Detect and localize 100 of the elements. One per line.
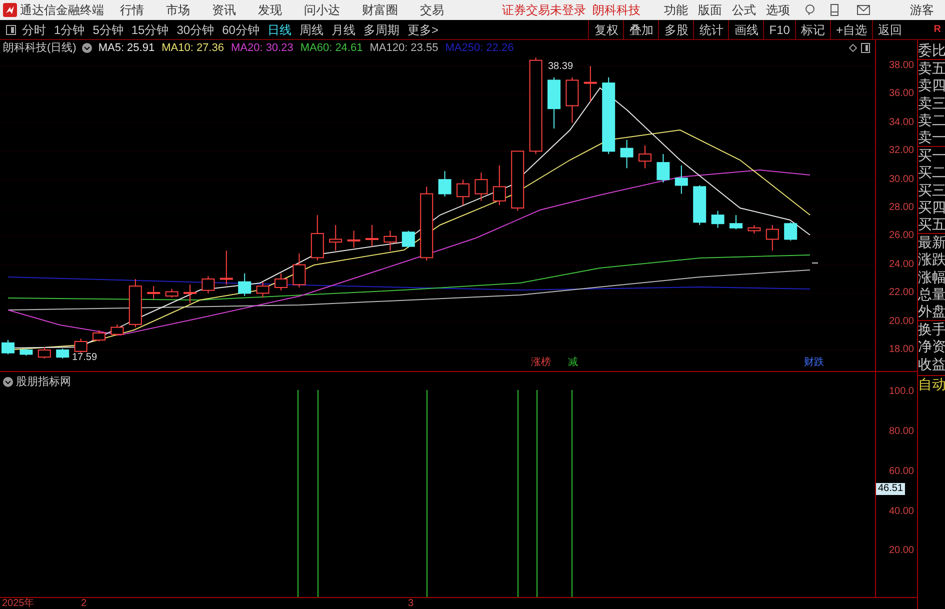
quote-field-label[interactable]: 买三 [918, 182, 945, 199]
low-price-label: 17.59 [72, 351, 98, 365]
period-tab[interactable]: 15分钟 [131, 20, 169, 38]
axis-tick-label: 18.00 [888, 344, 914, 356]
candlestick [384, 230, 397, 252]
quote-field-label[interactable]: 买二 [918, 164, 945, 182]
period-tab[interactable]: 日线 [267, 20, 292, 38]
quote-field-label[interactable]: 卖二 [918, 112, 945, 130]
toolbar-button[interactable]: 画线 [728, 20, 764, 39]
quote-field-label[interactable]: 卖四 [918, 77, 945, 95]
toolbar-button[interactable]: 叠加 [623, 20, 658, 39]
candlestick [110, 324, 124, 336]
axis-tick-label: 26.00 [888, 230, 914, 242]
toolbar-button[interactable]: 复权 [588, 20, 624, 39]
stock-title: 朗科科技(日线) [3, 40, 76, 56]
corner-label[interactable]: R [907, 20, 945, 39]
menu-item[interactable]: 问小达 [304, 1, 340, 19]
candlestick [492, 164, 506, 206]
period-tab[interactable]: 分时 [22, 20, 46, 38]
toolbar-button[interactable]: F10 [763, 20, 795, 39]
axis-tick-label: 22.00 [888, 287, 914, 300]
menu-item[interactable]: 选项 [766, 1, 790, 19]
quote-field-label[interactable]: 卖三 [918, 94, 945, 112]
panel-toggle-icon[interactable] [861, 43, 870, 53]
toolbar-button[interactable]: 返回 [872, 20, 907, 39]
candlestick [220, 250, 233, 286]
toolbar-button[interactable]: 多股 [658, 20, 694, 39]
moving-average-value: MA10: 27.36 [162, 40, 224, 56]
moving-average-value: MA20: 30.23 [230, 40, 294, 56]
toolbar-button[interactable]: 统计 [693, 20, 728, 39]
period-tab[interactable]: 周线 [299, 20, 324, 38]
app-title: 通达信金融终端 [20, 2, 105, 19]
period-tab[interactable]: 30分钟 [176, 20, 214, 38]
quote-field-label[interactable]: 涨幅 [918, 268, 945, 286]
quote-field-label[interactable]: 买四 [918, 198, 945, 216]
menu-item[interactable]: 行情 [120, 1, 144, 19]
event-tag: 涨榜 [531, 356, 551, 370]
mail-icon[interactable] [857, 5, 870, 15]
candlestick [730, 214, 742, 230]
quote-field-label[interactable]: 买一 [918, 147, 945, 164]
candlestick [693, 184, 706, 226]
panel-toggle-icon[interactable] [6, 25, 16, 35]
menu-item[interactable]: 资讯 [212, 1, 236, 19]
candlestick [584, 66, 597, 102]
candlestick [329, 224, 342, 252]
time-axis-label: 2 [81, 598, 87, 609]
app-logo-icon [3, 3, 17, 17]
quote-field-label[interactable]: 委比 [918, 42, 945, 60]
time-axis-label: 2025年 [2, 598, 34, 609]
quote-field-label[interactable]: 卖一 [918, 129, 945, 148]
candlestick [474, 172, 488, 202]
moving-average-value: MA60: 24.61 [300, 40, 363, 56]
candlestick [202, 276, 215, 294]
login-notice: 证券交易未登录 朗科科技 [502, 2, 642, 19]
candlestick [548, 76, 560, 129]
menu-item[interactable]: 功能 [664, 1, 688, 19]
chat-bubble-icon[interactable] [804, 4, 816, 16]
menu-item[interactable]: 发现 [258, 1, 282, 19]
toolbar-button[interactable]: 标记 [794, 20, 830, 39]
axis-tick-label: 24.00 [888, 258, 914, 271]
axis-tick-label: 80.00 [888, 426, 914, 438]
toolbar-button[interactable]: +自选 [830, 20, 872, 39]
candlestick [238, 272, 252, 297]
candlestick [147, 286, 160, 300]
candlestick [20, 348, 33, 356]
menu-item[interactable]: 财富圈 [362, 1, 398, 19]
quote-field-label[interactable]: 净资 [918, 338, 945, 356]
menu-item[interactable]: 版面 [698, 1, 722, 19]
candlestick [566, 76, 579, 124]
candlestick [292, 252, 306, 288]
phone-icon[interactable] [830, 4, 839, 16]
current-value-label: 46.51 [876, 483, 906, 495]
candlestick [256, 281, 270, 298]
period-tab[interactable]: 60分钟 [222, 20, 260, 38]
menu-item[interactable]: 交易 [420, 1, 444, 19]
menu-item[interactable]: 公式 [732, 1, 756, 19]
axis-tick-label: 20.00 [888, 545, 914, 557]
diamond-icon[interactable] [849, 44, 857, 52]
candlestick [128, 278, 142, 328]
period-tab[interactable]: 多周期 [363, 20, 400, 38]
dropdown-icon[interactable] [3, 377, 13, 388]
axis-tick-label: 34.00 [888, 116, 914, 129]
moving-average-value: MA5: 25.91 [98, 40, 155, 56]
candlestick [366, 224, 378, 247]
moving-average-value: MA250: 22.26 [445, 40, 514, 56]
menu-item[interactable]: 市场 [166, 1, 190, 19]
candlestick [92, 330, 106, 342]
axis-tick-label: 38.00 [888, 60, 914, 72]
period-tab[interactable]: 5分钟 [92, 20, 124, 38]
period-tab[interactable]: 1分钟 [54, 20, 85, 38]
candlestick [165, 288, 178, 298]
user-name[interactable]: 游客 [910, 1, 934, 19]
candlestick [638, 145, 652, 169]
period-tab[interactable]: 月线 [331, 20, 356, 38]
period-tab[interactable]: 更多> [407, 20, 438, 38]
candlestick [2, 340, 14, 355]
dropdown-icon[interactable] [82, 43, 92, 53]
axis-tick-label: 28.00 [888, 202, 914, 214]
axis-tick-label: 100.0 [888, 386, 914, 398]
auto-mode-label[interactable]: 自动 [918, 374, 945, 394]
